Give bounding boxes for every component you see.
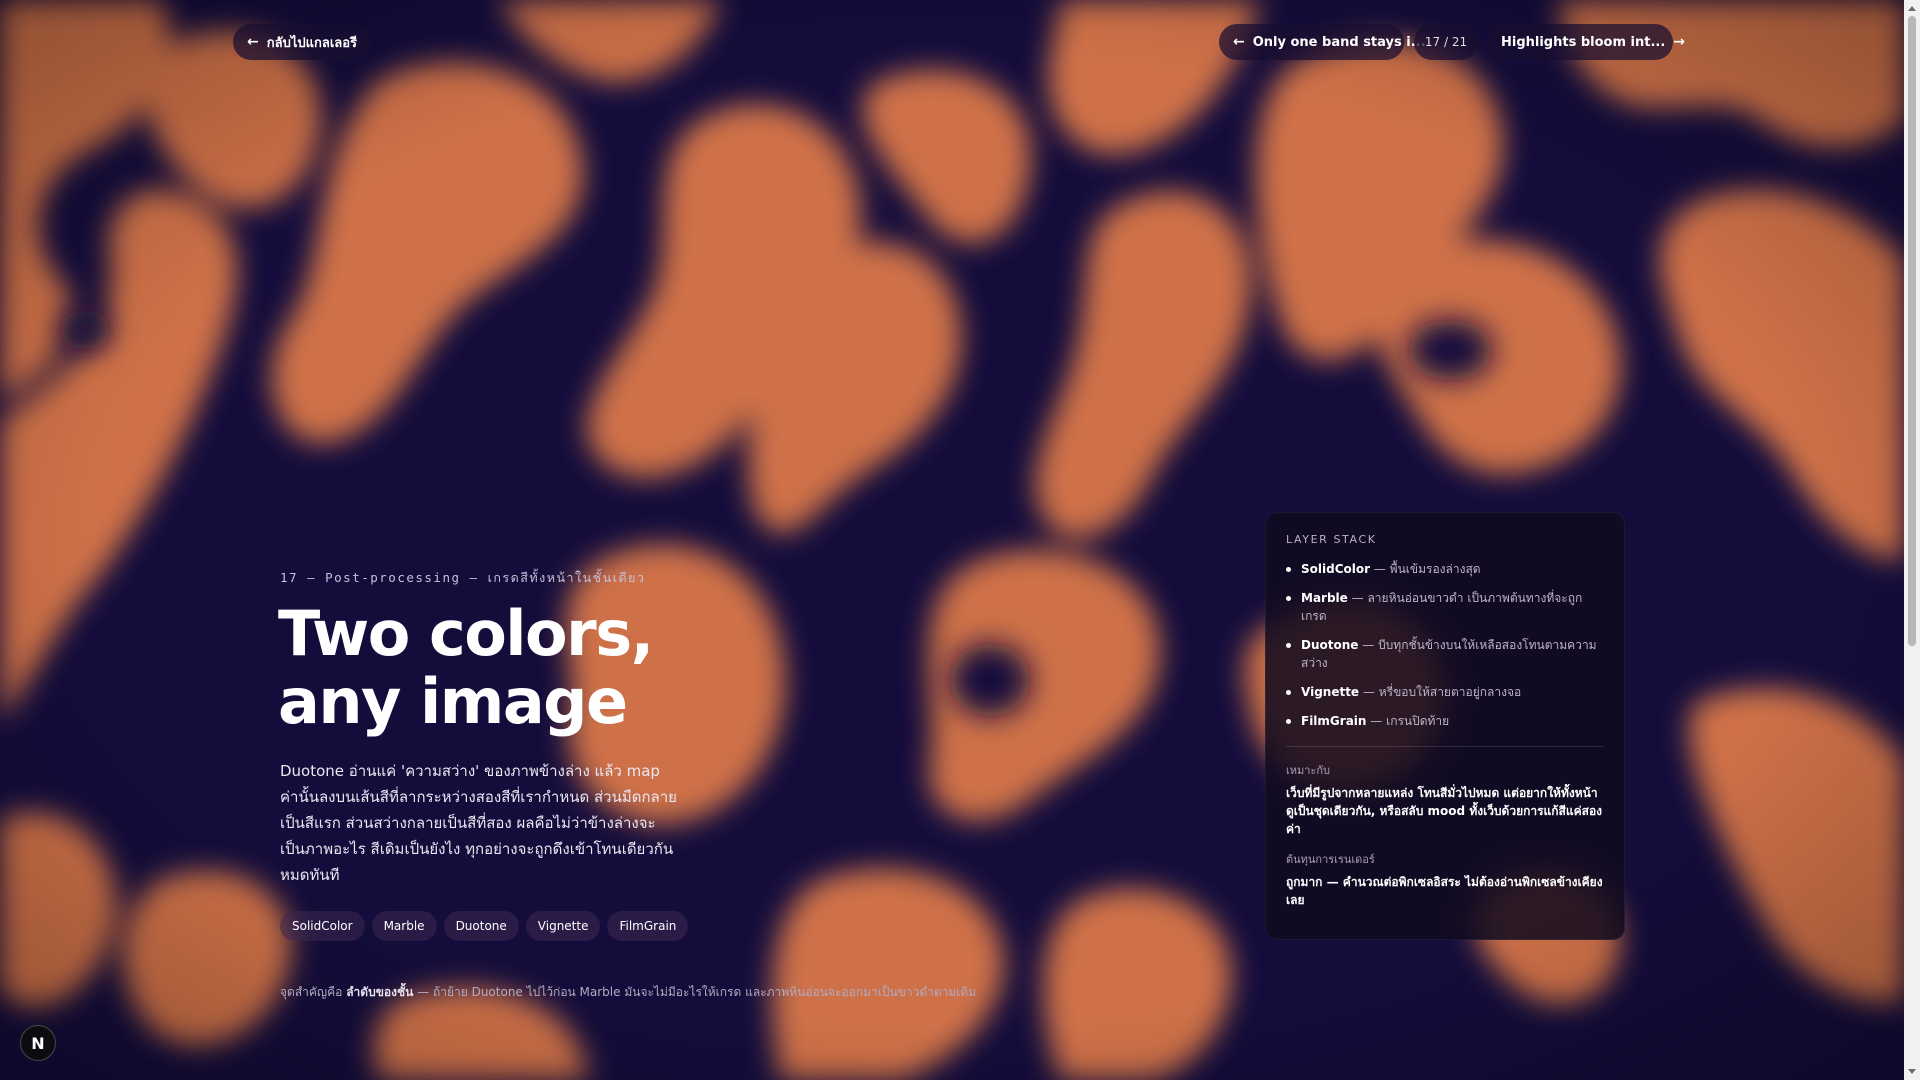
bullet-icon [1286, 643, 1291, 648]
layer-desc: — หรี่ขอบให้สายตาอยู่กลางจอ [1362, 685, 1522, 699]
slide-counter: 17 / 21 [1414, 24, 1478, 60]
layer-item-solidcolor: SolidColor — พื้นเข้มรองล่างสุด [1286, 560, 1604, 578]
next-slide-label: Highlights bloom int... [1501, 34, 1666, 50]
footnote-prefix: จุดสำคัญคือ [280, 985, 343, 999]
arrow-right-icon: → [1673, 34, 1686, 50]
page-title-line-1: Two colors, [278, 597, 654, 670]
scroll-up-icon[interactable] [1908, 6, 1916, 11]
slide-description: Duotone อ่านแค่ 'ความสว่าง' ของภาพข้างล่… [280, 762, 677, 884]
footnote-emphasis: ลำดับของชั้น [346, 985, 414, 999]
layer-item-vignette: Vignette — หรี่ขอบให้สายตาอยู่กลางจอ [1286, 683, 1604, 701]
layer-order-footnote: จุดสำคัญคือ ลำดับของชั้น — ถ้าย้าย Duoto… [280, 983, 1040, 1002]
suited-for-text: เว็บที่มีรูปจากหลายแหล่ง โทนสีมั่วไปหมด … [1286, 786, 1603, 836]
render-cost-text: ถูกมาก — คำนวณต่อพิกเซลอิสระ ไม่ต้องอ่าน… [1286, 875, 1603, 907]
layer-list: SolidColor — พื้นเข้มรองล่างสุด Marble —… [1286, 560, 1604, 730]
layer-item-duotone: Duotone — บีบทุกชั้นข้างบนให้เหลือสองโทน… [1286, 636, 1604, 672]
layer-item-marble: Marble — ลายหินอ่อนขาวดำ เป็นภาพต้นทางที… [1286, 589, 1604, 625]
arrow-left-icon: ← [247, 34, 259, 50]
layer-name: FilmGrain [1301, 714, 1367, 728]
layer-desc: — พื้นเข้มรองล่างสุด [1373, 562, 1481, 576]
layer-stack-panel: LAYER STACK SolidColor — พื้นเข้มรองล่าง… [1265, 512, 1625, 940]
n-logo-letter: N [31, 1033, 45, 1053]
tag-vignette: Vignette [525, 911, 601, 941]
layer-stack-title: LAYER STACK [1286, 533, 1377, 546]
arrow-left-icon: ← [1233, 34, 1245, 50]
scroll-down-icon[interactable] [1908, 1069, 1916, 1074]
layer-name: SolidColor [1301, 562, 1371, 576]
layer-name: Marble [1301, 591, 1348, 605]
bullet-icon [1286, 567, 1291, 572]
tag-marble: Marble [371, 911, 437, 941]
bullet-icon [1286, 690, 1291, 695]
page-title-line-2: any image [278, 665, 628, 738]
render-cost-label: ต้นทุนการเรนเดอร์ [1286, 853, 1375, 866]
layer-item-filmgrain: FilmGrain — เกรนปิดท้าย [1286, 712, 1604, 730]
tag-duotone: Duotone [443, 911, 519, 941]
slide-eyebrow: 17 — Post-processing — เกรดสีทั้งหน้าในช… [280, 570, 646, 585]
tag-solidcolor: SolidColor [280, 911, 365, 941]
previous-slide-button[interactable]: ← Only one band stays i... [1219, 24, 1426, 60]
layer-tags: SolidColor Marble Duotone Vignette FilmG… [280, 911, 689, 941]
layer-name: Vignette [1301, 685, 1360, 699]
scrollbar-thumb[interactable] [1908, 16, 1916, 646]
back-to-gallery-label: กลับไปแกลเลอรี [266, 35, 358, 51]
footnote-rest: — ถ้าย้าย Duotone ไปไว้ก่อน Marble มันจะ… [417, 985, 977, 999]
tag-filmgrain: FilmGrain [607, 911, 689, 941]
previous-slide-label: Only one band stays i... [1252, 34, 1426, 50]
slide-counter-label: 17 / 21 [1424, 35, 1468, 49]
bullet-icon [1286, 719, 1291, 724]
bullet-icon [1286, 596, 1291, 601]
back-to-gallery-button[interactable]: ← กลับไปแกลเลอรี [233, 24, 372, 60]
suited-for-label: เหมาะกับ [1286, 764, 1330, 777]
panel-divider [1286, 746, 1604, 747]
n-logo-badge[interactable]: N [20, 1025, 56, 1061]
layer-desc: — เกรนปิดท้าย [1370, 714, 1450, 728]
page-scrollbar[interactable] [1904, 0, 1920, 1080]
page-title: Two colors, any image [278, 600, 698, 736]
next-slide-button[interactable]: Highlights bloom int... → [1487, 24, 1685, 60]
layer-name: Duotone [1301, 638, 1359, 652]
